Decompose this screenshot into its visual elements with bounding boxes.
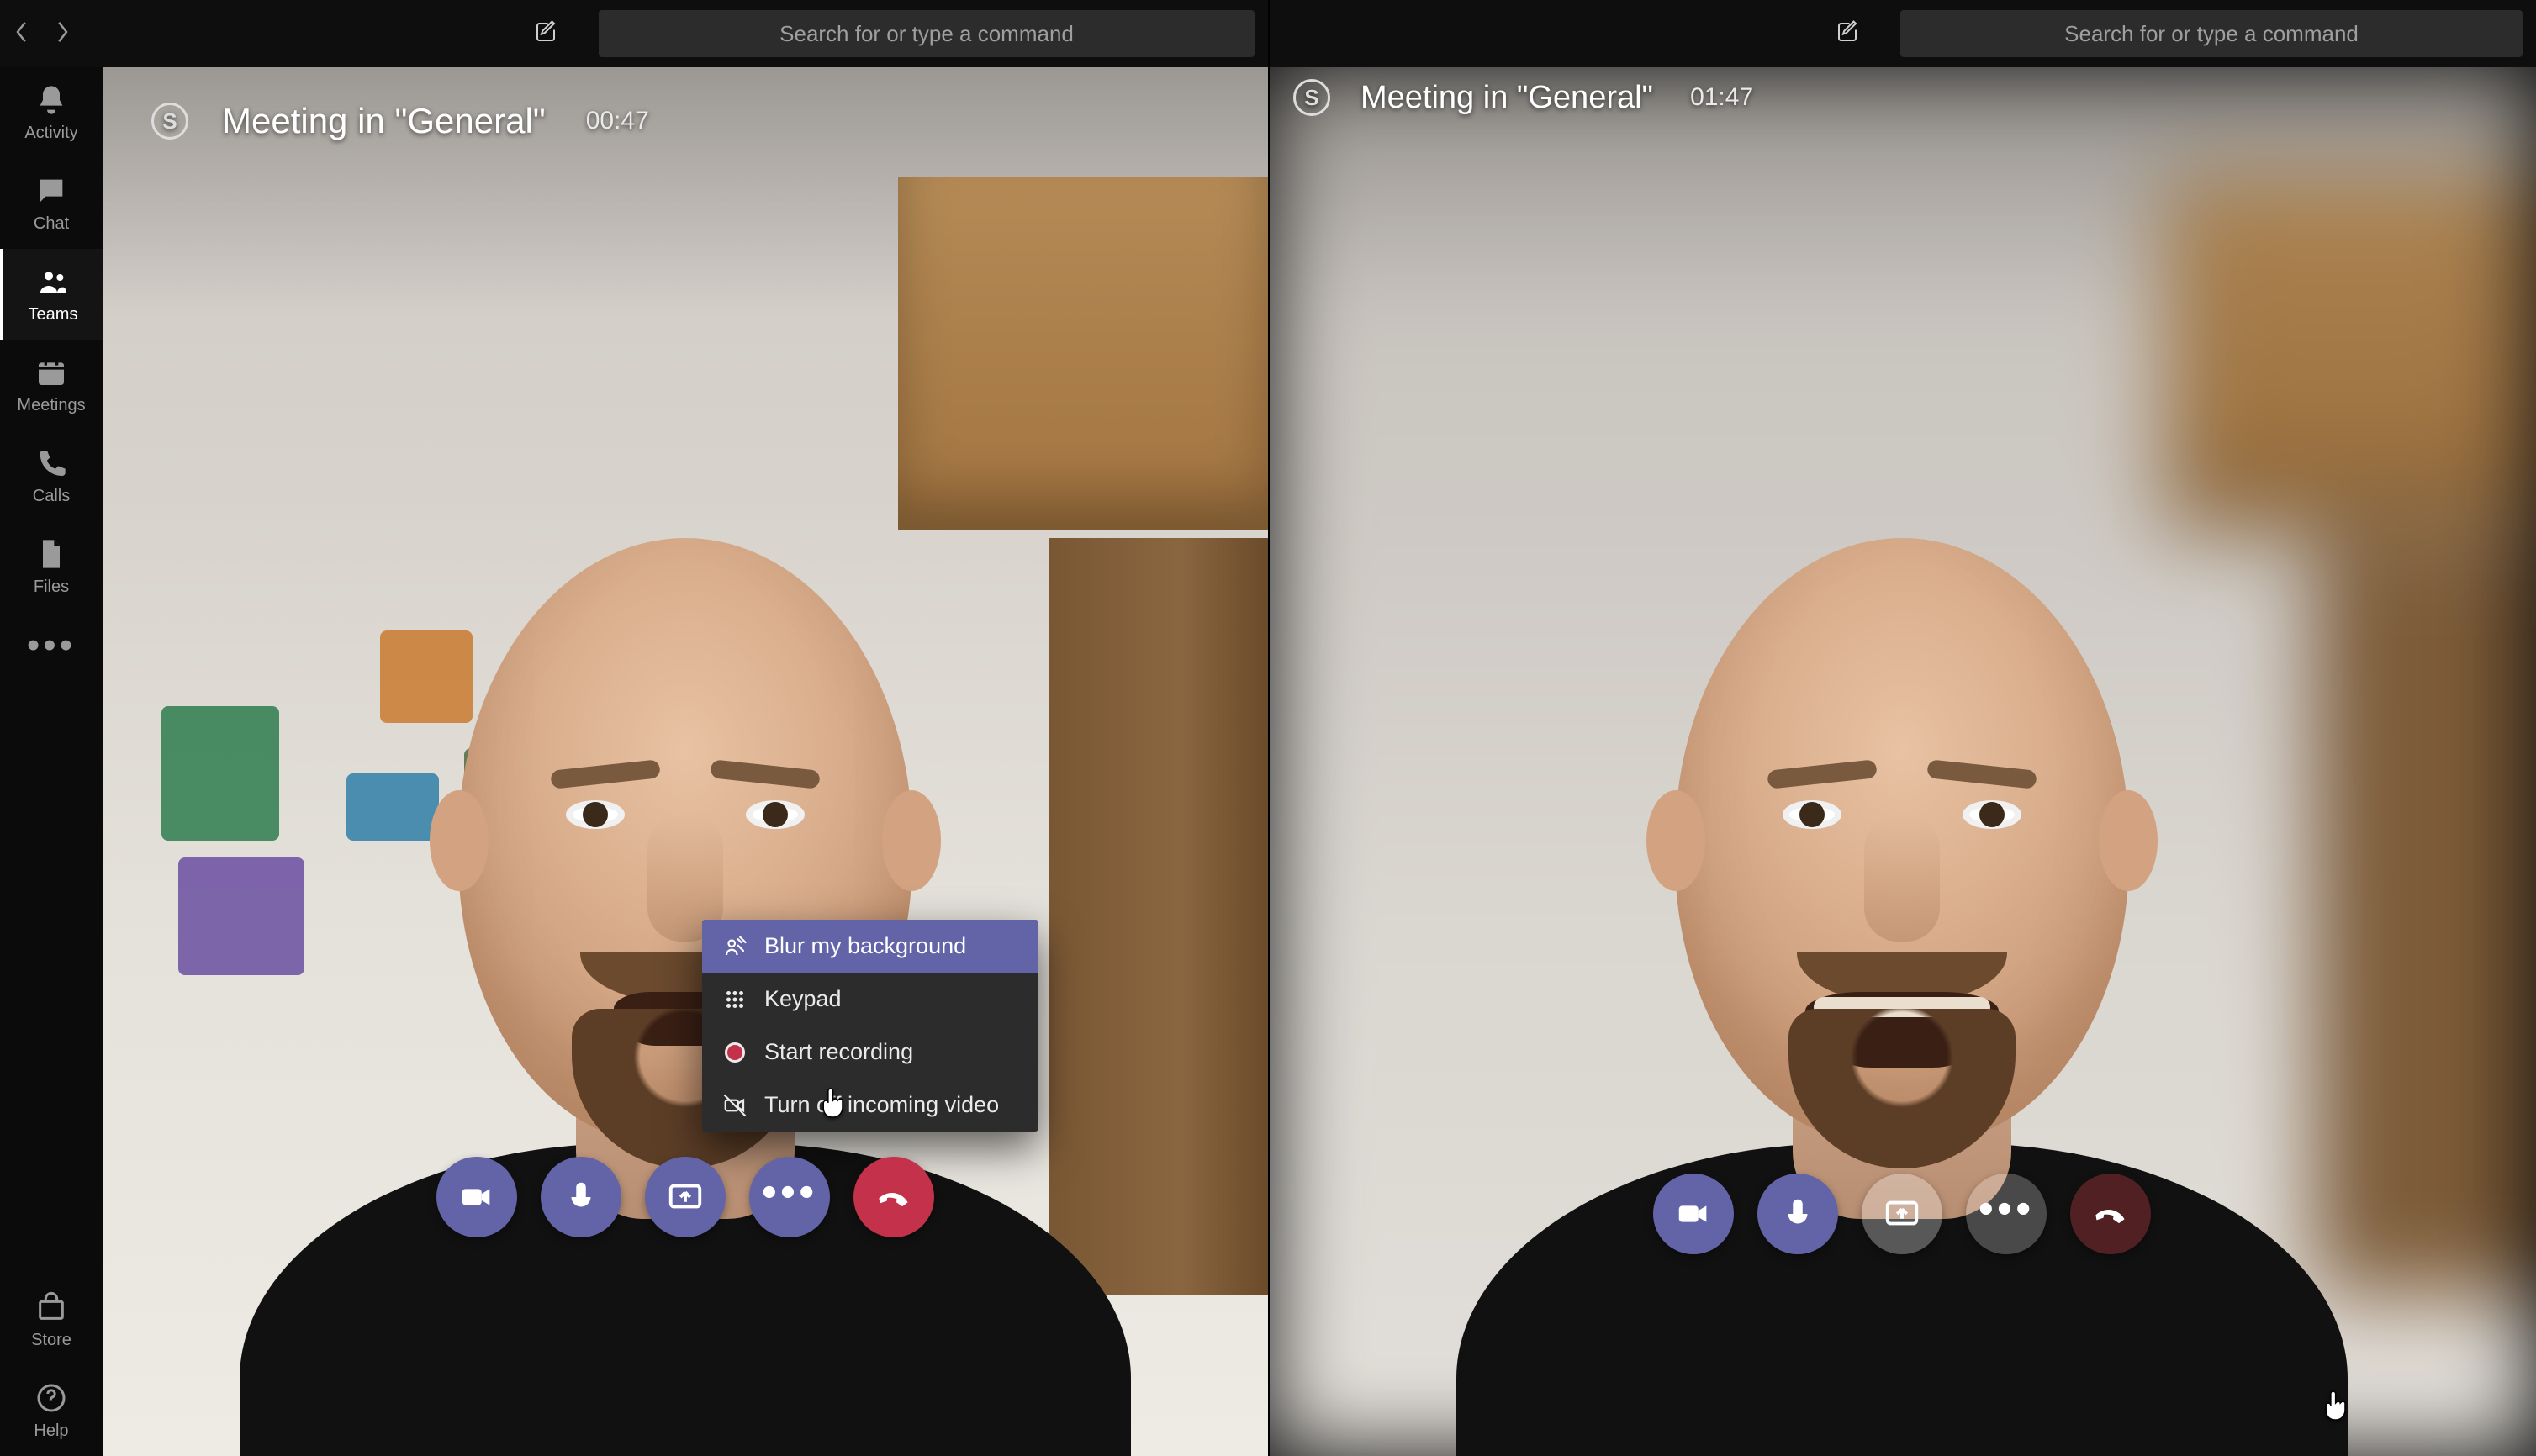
keypad-icon	[722, 987, 748, 1012]
camera-toggle-button[interactable]	[1653, 1174, 1734, 1254]
sidebar-item-meetings[interactable]: Meetings	[0, 340, 103, 430]
menu-label: Blur my background	[764, 933, 966, 959]
more-actions-button[interactable]: •••	[749, 1157, 830, 1237]
sidebar-item-teams[interactable]: Teams	[0, 249, 103, 340]
sidebar-item-help[interactable]: Help	[0, 1365, 103, 1456]
sidebar-label: Chat	[34, 214, 69, 234]
more-actions-button[interactable]: •••	[1966, 1174, 2047, 1254]
meeting-timer: 01:47	[1690, 83, 1753, 112]
more-actions-menu: Blur my background Keypad Start recordin…	[702, 920, 1038, 1132]
left-window: Search for or type a command Activity Ch…	[0, 0, 1268, 1456]
meeting-title: Meeting in "General"	[222, 101, 546, 141]
search-input[interactable]: Search for or type a command	[1900, 10, 2523, 57]
menu-start-recording[interactable]: Start recording	[702, 1026, 1038, 1079]
sidebar-label: Files	[34, 578, 69, 597]
meeting-header: S Meeting in "General" 00:47	[151, 101, 649, 141]
record-icon	[722, 1040, 748, 1065]
share-screen-button[interactable]	[645, 1157, 726, 1237]
app-rail: Activity Chat Teams Meetings Calls	[0, 67, 103, 1456]
sidebar-item-files[interactable]: Files	[0, 521, 103, 612]
video-stage-right: S Meeting in "General" 01:47 •••	[1268, 67, 2536, 1456]
video-stage-left: S Meeting in "General" 00:47 Blur my bac…	[103, 67, 1268, 1456]
blur-icon	[722, 934, 748, 959]
nav-forward-icon[interactable]	[54, 18, 71, 50]
menu-keypad[interactable]: Keypad	[702, 973, 1038, 1026]
compose-icon[interactable]	[533, 19, 558, 49]
participant-video	[265, 319, 1106, 1456]
meeting-timer: 00:47	[586, 107, 649, 135]
meeting-source-icon: S	[151, 103, 188, 140]
title-bar: Search for or type a command	[0, 0, 1268, 67]
sidebar-item-store[interactable]: Store	[0, 1274, 103, 1365]
mic-toggle-button[interactable]	[541, 1157, 621, 1237]
sidebar-label: Store	[31, 1331, 71, 1350]
sidebar-label: Teams	[29, 305, 78, 324]
menu-label: Keypad	[764, 986, 842, 1012]
hang-up-button[interactable]	[2070, 1174, 2151, 1254]
menu-blur-background[interactable]: Blur my background	[702, 920, 1038, 973]
menu-turn-off-incoming-video[interactable]: Turn off incoming video	[702, 1079, 1038, 1132]
meeting-title: Meeting in "General"	[1360, 80, 1653, 116]
mic-toggle-button[interactable]	[1757, 1174, 1838, 1254]
sidebar-more-icon[interactable]: •••	[0, 612, 103, 679]
sidebar-label: Help	[34, 1422, 68, 1441]
call-controls: •••	[1653, 1174, 2151, 1254]
participant-video	[1482, 319, 2322, 1456]
sidebar-label: Meetings	[17, 396, 85, 415]
sidebar-label: Activity	[24, 124, 77, 143]
sidebar-item-calls[interactable]: Calls	[0, 430, 103, 521]
share-screen-button[interactable]	[1862, 1174, 1942, 1254]
video-off-icon	[722, 1093, 748, 1118]
menu-label: Start recording	[764, 1039, 913, 1065]
sidebar-item-activity[interactable]: Activity	[0, 67, 103, 158]
title-bar: Search for or type a command	[1268, 0, 2536, 67]
sidebar-item-chat[interactable]: Chat	[0, 158, 103, 249]
hang-up-button[interactable]	[853, 1157, 934, 1237]
right-window: Search for or type a command	[1268, 0, 2536, 1456]
call-controls: •••	[436, 1157, 934, 1237]
compose-icon[interactable]	[1835, 19, 1860, 49]
camera-toggle-button[interactable]	[436, 1157, 517, 1237]
search-input[interactable]: Search for or type a command	[599, 10, 1255, 57]
nav-back-icon[interactable]	[13, 18, 30, 50]
sidebar-label: Calls	[33, 487, 70, 506]
meeting-source-icon: S	[1293, 79, 1330, 116]
meeting-header: S Meeting in "General" 01:47	[1293, 79, 1753, 116]
menu-label: Turn off incoming video	[764, 1092, 999, 1118]
